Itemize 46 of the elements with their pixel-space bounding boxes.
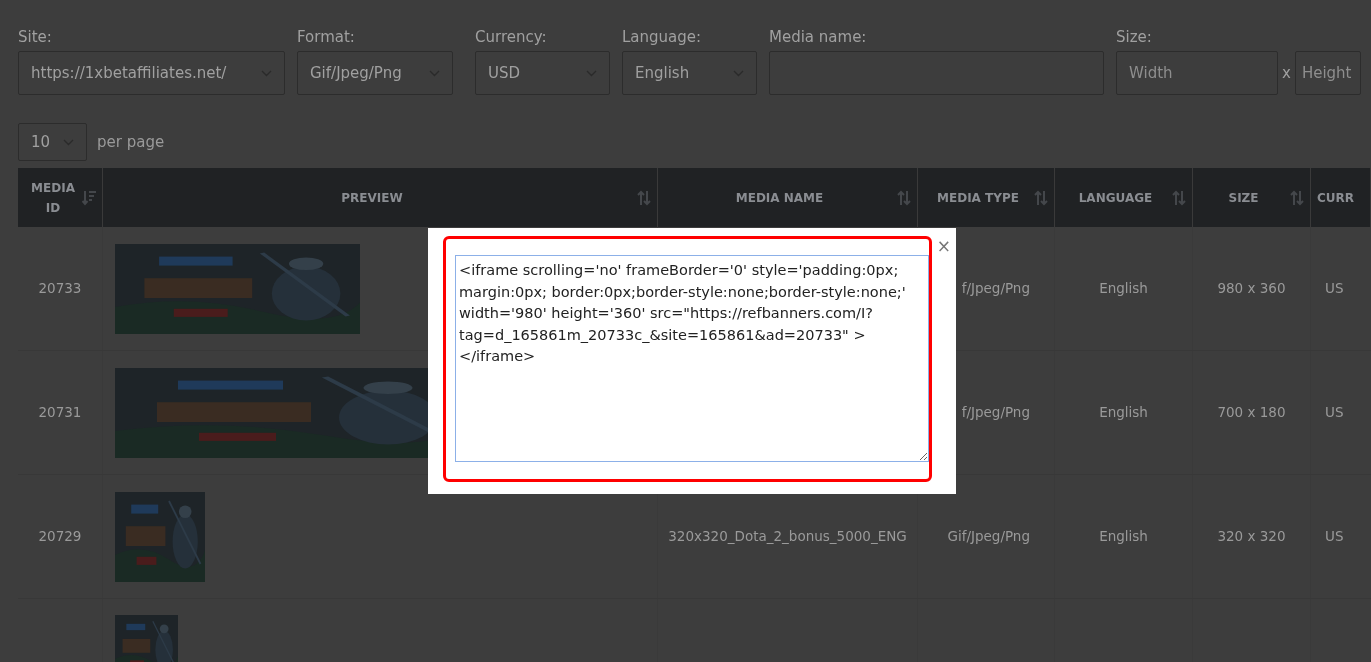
filter-label: Site: — [18, 28, 53, 46]
per-page-label: per page — [97, 131, 165, 153]
language: English — [1099, 403, 1148, 423]
currency: US — [1325, 527, 1344, 547]
column-header[interactable]: MEDIA TYPE — [918, 168, 1055, 227]
media-size: 700 x 180 — [1217, 403, 1286, 423]
column-header[interactable]: LANGUAGE — [1055, 168, 1193, 227]
media-size: 320 x 320 — [1217, 527, 1286, 547]
filter-label: Format: — [297, 28, 356, 46]
sort-icon[interactable] — [1034, 189, 1048, 206]
separator-text: x — [1281, 62, 1292, 84]
column-header[interactable]: MEDIA NAME — [658, 168, 918, 227]
sort-icon[interactable] — [1290, 189, 1304, 206]
media-type: Gif/Jpeg/Png — [947, 527, 1030, 547]
media-id: 20731 — [38, 403, 82, 423]
media-id: 20729 — [38, 527, 82, 547]
width-field[interactable]: Width — [1116, 51, 1278, 95]
select-field[interactable]: Gif/Jpeg/Png — [297, 51, 453, 95]
select-field[interactable]: USD — [475, 51, 610, 95]
sort-icon[interactable] — [1172, 189, 1186, 206]
sort-icon[interactable] — [637, 189, 651, 206]
currency: US — [1325, 403, 1344, 423]
currency: US — [1325, 279, 1344, 299]
page-size-select[interactable]: 10 — [18, 123, 87, 161]
column-header[interactable]: CURR — [1311, 168, 1371, 227]
media-size: 980 x 360 — [1217, 279, 1286, 299]
media-type: f/Jpeg/Png — [961, 403, 1030, 423]
select-field[interactable]: English — [622, 51, 757, 95]
language: English — [1099, 279, 1148, 299]
column-header[interactable]: PREVIEW — [103, 168, 658, 227]
filter-label: Language: — [622, 28, 703, 46]
language: English — [1099, 527, 1148, 547]
filter-label: Size: — [1116, 28, 1153, 46]
filter-label: Currency: — [475, 28, 548, 46]
select-field[interactable]: https://1xbetaffiliates.net/ — [18, 51, 285, 95]
media-type: f/Jpeg/Png — [961, 279, 1030, 299]
column-header[interactable]: MEDIA ID — [18, 168, 103, 227]
sort-descending-icon[interactable] — [82, 189, 96, 206]
filter-label: Media name: — [769, 28, 868, 46]
media-id: 20733 — [38, 279, 82, 299]
close-button[interactable]: × — [936, 238, 951, 255]
media-name: 320x320_Dota_2_bonus_5000_ENG — [668, 527, 907, 547]
column-header[interactable]: SIZE — [1193, 168, 1311, 227]
height-field[interactable]: Height — [1294, 51, 1361, 95]
code-textarea[interactable]: <iframe scrolling='no' frameBorder='0' style='padding:0px; margin:0px; border:0px;border-style:none;border-style:none;' width='980' height='360' src="https://refbanners.com/I?tag=d_165861m_20733c_&site=165861&ad=20733" ></iframe> — [455, 255, 929, 462]
sort-icon[interactable] — [897, 189, 911, 206]
